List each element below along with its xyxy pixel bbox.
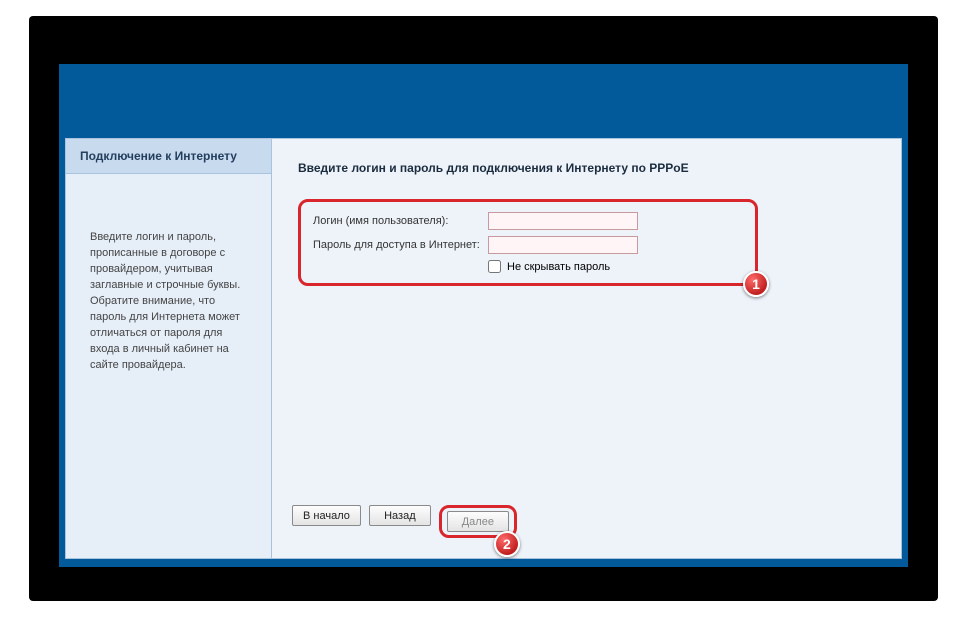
password-label: Пароль для доступа в Интернет: (313, 239, 488, 251)
password-input[interactable] (488, 236, 638, 254)
main-content: Введите логин и пароль для подключения к… (272, 139, 901, 505)
sidebar-help-text: Введите логин и пароль, прописанные в до… (66, 174, 271, 391)
login-input[interactable] (488, 212, 638, 230)
credentials-highlight: Логин (имя пользователя): Пароль для дос… (298, 199, 758, 286)
show-password-label: Не скрывать пароль (507, 261, 610, 273)
login-row: Логин (имя пользователя): (313, 212, 743, 230)
show-password-row: Не скрывать пароль (488, 260, 743, 273)
show-password-checkbox[interactable] (488, 260, 501, 273)
home-button[interactable]: В начало (292, 505, 361, 526)
annotation-badge-2: 2 (494, 531, 520, 557)
sidebar-tab-internet[interactable]: Подключение к Интернету (66, 139, 271, 174)
panel: Подключение к Интернету Введите логин и … (65, 138, 902, 559)
password-row: Пароль для доступа в Интернет: (313, 236, 743, 254)
sidebar: Подключение к Интернету Введите логин и … (66, 139, 272, 558)
outer-frame: ZyXEL Keenetic Подключение к Интернету В… (29, 16, 938, 601)
next-button[interactable]: Далее (447, 511, 509, 532)
login-label: Логин (имя пользователя): (313, 215, 488, 227)
main: Введите логин и пароль для подключения к… (272, 139, 901, 558)
back-button[interactable]: Назад (369, 505, 431, 526)
action-row: В начало Назад Далее 2 (272, 505, 901, 558)
annotation-badge-1: 1 (743, 271, 769, 297)
form-title: Введите логин и пароль для подключения к… (298, 161, 875, 175)
blue-frame: Подключение к Интернету Введите логин и … (59, 64, 908, 567)
next-highlight: Далее 2 (439, 505, 517, 538)
